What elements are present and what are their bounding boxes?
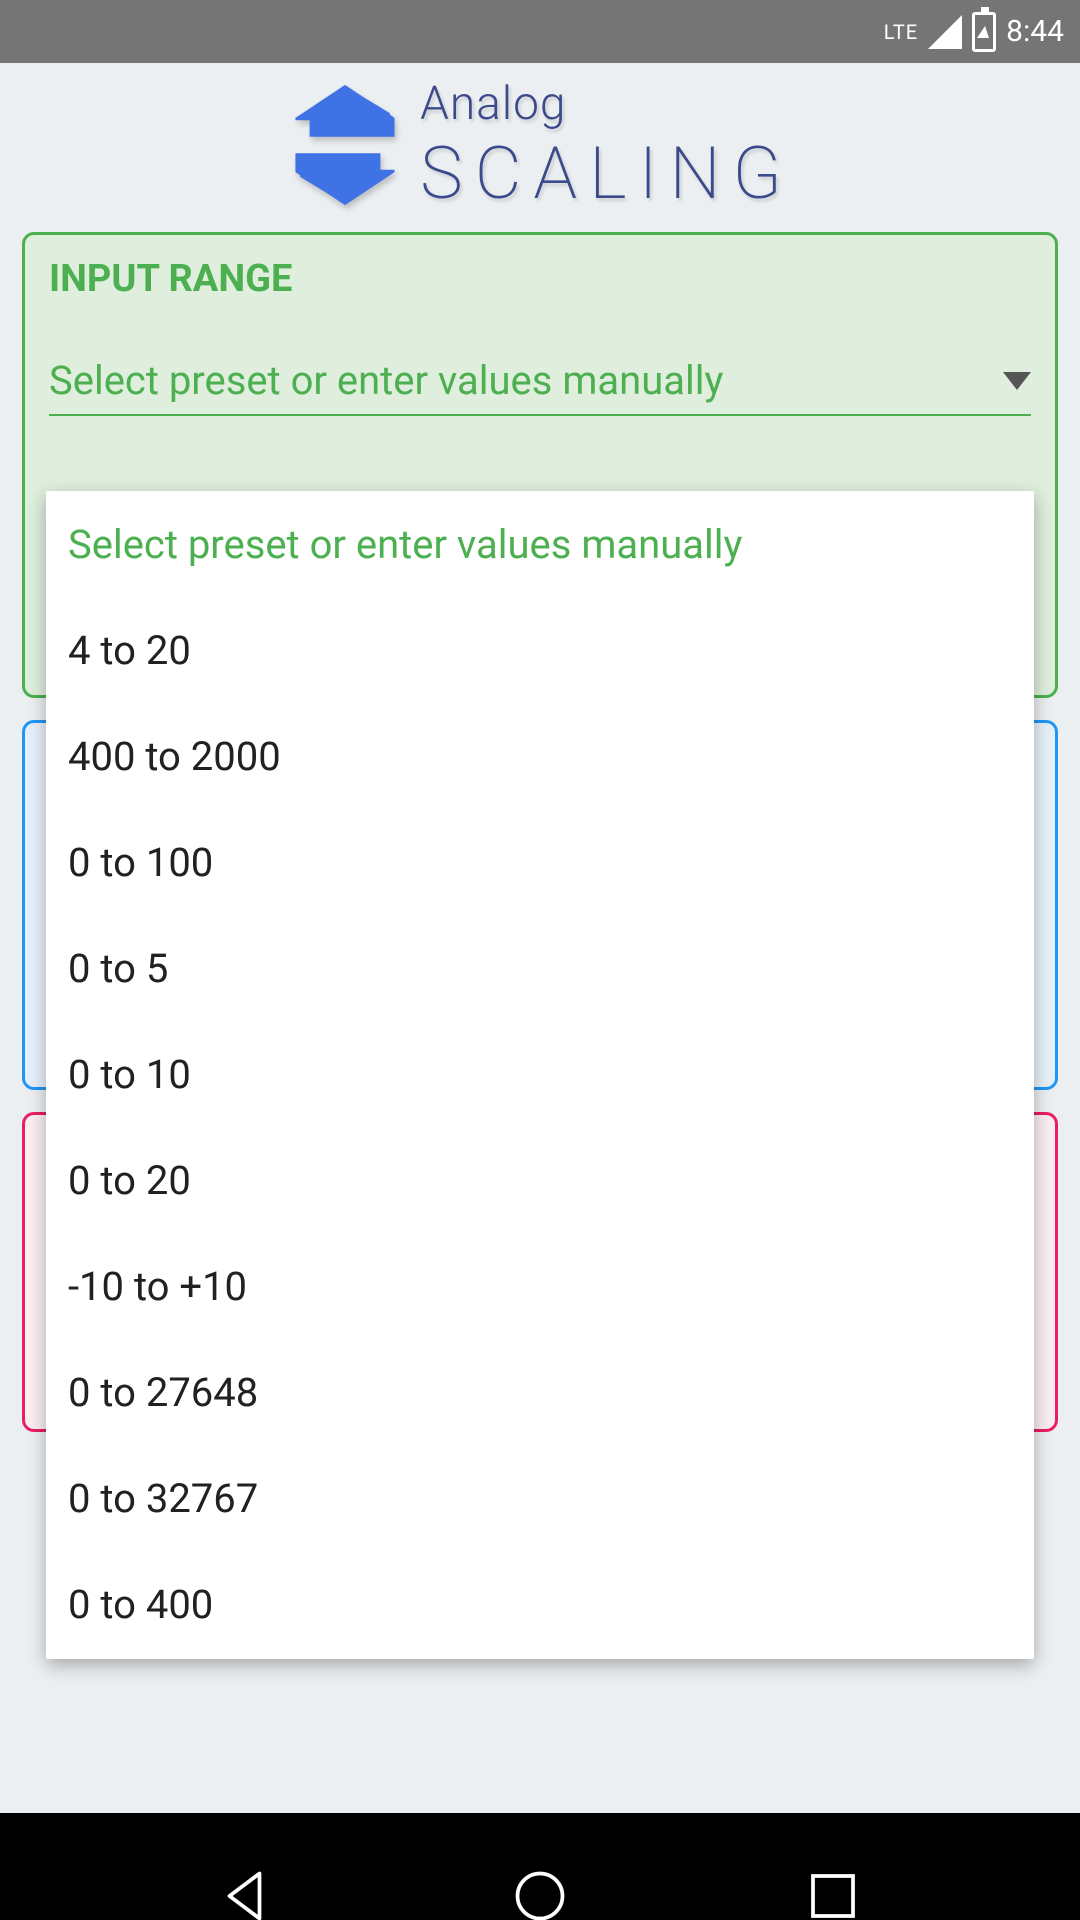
- app-logo: Analog SCALING: [0, 63, 1080, 228]
- clock-label: 8:44: [1006, 14, 1064, 49]
- preset-dropdown[interactable]: Select preset or enter values manually4 …: [46, 491, 1034, 1659]
- android-statusbar: LTE 8:44: [0, 0, 1080, 63]
- preset-option[interactable]: 0 to 20: [46, 1127, 1034, 1233]
- preset-option[interactable]: 0 to 100: [46, 809, 1034, 915]
- preset-option[interactable]: 0 to 27648: [46, 1339, 1034, 1445]
- input-range-title: INPUT RANGE: [49, 257, 1031, 301]
- app-title-line1: Analog: [420, 77, 794, 131]
- network-type-label: LTE: [884, 22, 918, 42]
- chevron-down-icon: [1003, 372, 1031, 390]
- app-logo-icon: [286, 79, 404, 215]
- preset-option[interactable]: 0 to 32767: [46, 1445, 1034, 1551]
- preset-option[interactable]: Select preset or enter values manually: [46, 491, 1034, 597]
- recents-button[interactable]: [803, 1866, 863, 1920]
- battery-charging-icon: [972, 12, 996, 52]
- app-title-line2: SCALING: [420, 131, 794, 216]
- preset-option[interactable]: 0 to 400: [46, 1551, 1034, 1657]
- input-range-preset-select[interactable]: Select preset or enter values manually: [49, 357, 1031, 416]
- preset-option[interactable]: -10 to +10: [46, 1233, 1034, 1339]
- signal-icon: [928, 15, 962, 49]
- back-button[interactable]: [217, 1866, 277, 1920]
- preset-option[interactable]: 0 to 5: [46, 915, 1034, 1021]
- android-navbar: [0, 1813, 1080, 1920]
- preset-option[interactable]: 0 to 10: [46, 1021, 1034, 1127]
- select-value: Select preset or enter values manually: [49, 357, 723, 404]
- preset-option[interactable]: 400 to 2000: [46, 703, 1034, 809]
- preset-option[interactable]: 4 to 20: [46, 597, 1034, 703]
- home-button[interactable]: [510, 1866, 570, 1920]
